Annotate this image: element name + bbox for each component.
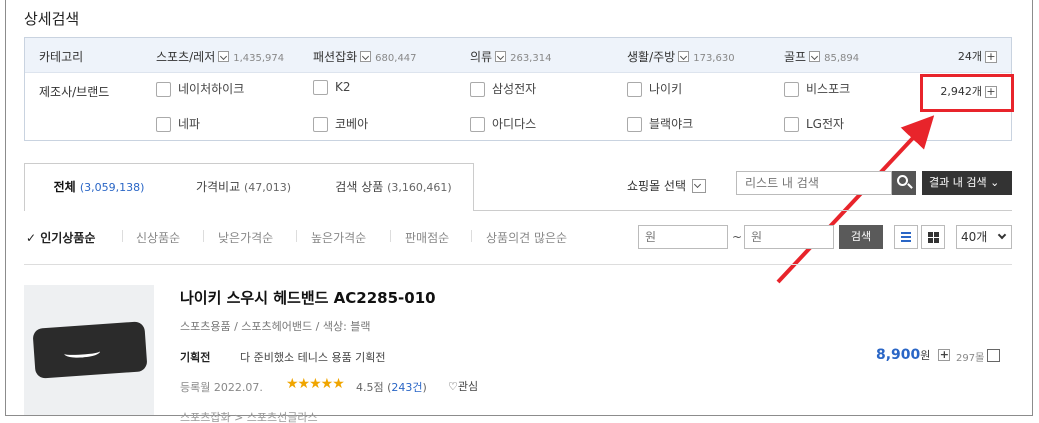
next-product-category: 스포츠잡화 > 스포츠선글라스 (180, 411, 318, 423)
sort-separator (390, 230, 391, 242)
check-icon: ✓ (26, 231, 37, 245)
tab-search-products[interactable]: 검색 상품 (3,160,461) (314, 163, 474, 211)
sort-separator (203, 230, 204, 242)
favorite-button[interactable]: ♡관심 (448, 378, 478, 394)
compare-checkbox[interactable] (987, 349, 1000, 362)
tab-divider (474, 210, 1012, 211)
price-range-tilde: ~ (732, 230, 743, 244)
swoosh-logo (63, 346, 101, 359)
product-name[interactable]: 나이키 스우시 헤드밴드 AC2285-010 (180, 287, 436, 308)
sort-most-reviews[interactable]: 상품의견 많은순 (486, 229, 567, 246)
rating-text[interactable]: 4.5점 (243건) (356, 379, 427, 395)
result-search-button[interactable]: 결과 내 검색 ⌄ (922, 171, 1012, 195)
product-image[interactable] (24, 285, 154, 415)
sort-newest[interactable]: 신상품순 (136, 229, 180, 246)
sort-separator (471, 230, 472, 242)
product-price[interactable]: 8,900원 + (876, 347, 951, 363)
tab-all[interactable]: 전체 (3,059,138) (24, 163, 174, 211)
event-label: 기획전 (180, 351, 211, 364)
plus-icon[interactable]: + (938, 349, 951, 361)
mall-count[interactable]: 297몰 (956, 349, 984, 364)
sort-store-count[interactable]: 판매점순 (405, 229, 449, 246)
rating-stars-icon: ★★★★★ (286, 376, 345, 392)
list-view-icon[interactable] (894, 225, 918, 249)
sort-separator (122, 230, 123, 242)
heart-icon: ♡ (448, 380, 458, 393)
chevron-down-icon (997, 230, 1007, 240)
headband-image (32, 321, 148, 379)
sort-separator (296, 230, 297, 242)
price-max-input[interactable] (744, 225, 834, 249)
grid-view-icon[interactable] (921, 225, 945, 249)
price-search-button[interactable]: 검색 (839, 225, 883, 249)
product-category: 스포츠용품 / 스포츠헤어밴드 / 색상: 블랙 (180, 320, 371, 333)
tab-price-compare[interactable]: 가격비교 (47,013) (173, 163, 315, 211)
sort-high-price[interactable]: 높은가격순 (311, 229, 366, 246)
per-page-select[interactable]: 40개 (956, 225, 1012, 249)
chevron-down-icon[interactable] (692, 178, 707, 193)
registered-date: 등록월 2022.07. (180, 381, 263, 394)
sort-popular[interactable]: ✓ 인기상품순 (26, 229, 95, 246)
search-button[interactable] (892, 171, 916, 195)
mall-select[interactable]: 쇼핑몰 선택 (627, 177, 707, 194)
sort-low-price[interactable]: 낮은가격순 (218, 229, 273, 246)
price-min-input[interactable] (638, 225, 728, 249)
list-search-input[interactable] (736, 171, 892, 195)
list-divider (24, 264, 1012, 265)
event-link[interactable]: 다 준비했소 테니스 용품 기획전 (240, 349, 386, 365)
